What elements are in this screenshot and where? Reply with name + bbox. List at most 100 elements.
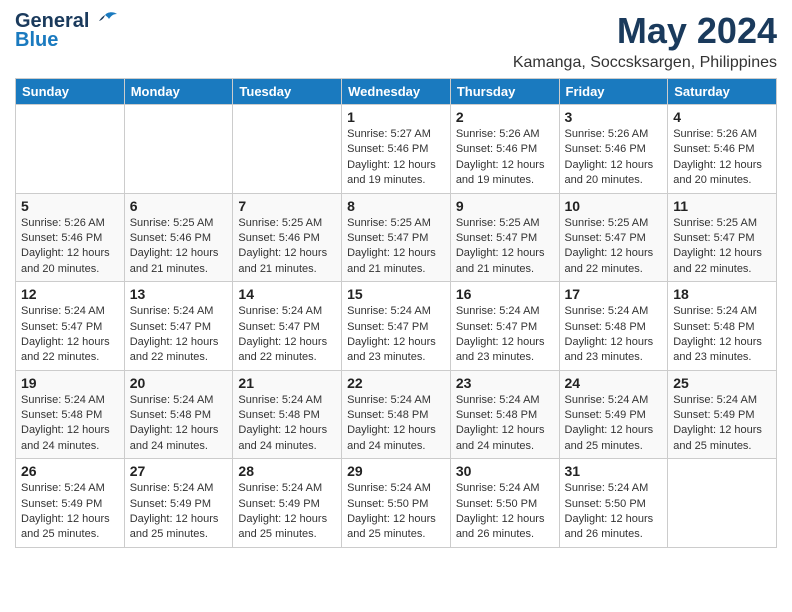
calendar-day-cell xyxy=(124,105,233,194)
day-info: Sunrise: 5:24 AM Sunset: 5:47 PM Dayligh… xyxy=(238,304,336,366)
day-number: 8 xyxy=(347,198,445,214)
day-info: Sunrise: 5:25 AM Sunset: 5:47 PM Dayligh… xyxy=(673,216,771,278)
day-number: 12 xyxy=(21,286,119,302)
day-number: 9 xyxy=(456,198,554,214)
day-number: 11 xyxy=(673,198,771,214)
day-number: 30 xyxy=(456,463,554,479)
calendar-day-cell: 31Sunrise: 5:24 AM Sunset: 5:50 PM Dayli… xyxy=(559,459,668,548)
day-number: 4 xyxy=(673,109,771,125)
calendar-day-cell: 26 Sunrise: 5:24 AM Sunset: 5:49 PM Dayli… xyxy=(16,459,125,548)
title-section: May 2024 Kamanga, Soccsksargen, Philippi… xyxy=(513,10,777,72)
calendar-week-row: 5 Sunrise: 5:26 AM Sunset: 5:46 PM Daylig… xyxy=(16,193,777,282)
day-info: Sunrise: 5:25 AM Sunset: 5:46 PM Dayligh… xyxy=(238,216,336,278)
day-info: Sunrise: 5:24 AM Sunset: 5:47 PM Dayligh… xyxy=(21,304,119,366)
calendar-week-row: 19Sunrise: 5:24 AM Sunset: 5:48 PM Dayli… xyxy=(16,370,777,459)
weekday-header: Tuesday xyxy=(233,79,342,105)
day-info: Sunrise: 5:24 AM Sunset: 5:50 PM Dayligh… xyxy=(347,481,445,543)
calendar-week-row: 1 Sunrise: 5:27 AM Sunset: 5:46 PM Daylig… xyxy=(16,105,777,194)
day-number: 26 xyxy=(21,463,119,479)
calendar-day-cell: 29 Sunrise: 5:24 AM Sunset: 5:50 PM Dayli… xyxy=(342,459,451,548)
calendar-day-cell: 14 Sunrise: 5:24 AM Sunset: 5:47 PM Dayli… xyxy=(233,282,342,371)
calendar-day-cell: 7Sunrise: 5:25 AM Sunset: 5:46 PM Daylig… xyxy=(233,193,342,282)
day-number: 23 xyxy=(456,375,554,391)
weekday-header: Friday xyxy=(559,79,668,105)
day-number: 28 xyxy=(238,463,336,479)
day-info: Sunrise: 5:26 AM Sunset: 5:46 PM Dayligh… xyxy=(673,127,771,189)
calendar-day-cell: 17Sunrise: 5:24 AM Sunset: 5:48 PM Dayli… xyxy=(559,282,668,371)
day-number: 16 xyxy=(456,286,554,302)
day-info: Sunrise: 5:24 AM Sunset: 5:49 PM Dayligh… xyxy=(673,393,771,455)
day-info: Sunrise: 5:24 AM Sunset: 5:48 PM Dayligh… xyxy=(565,304,663,366)
calendar-table: SundayMondayTuesdayWednesdayThursdayFrid… xyxy=(15,78,777,548)
day-info: Sunrise: 5:24 AM Sunset: 5:50 PM Dayligh… xyxy=(456,481,554,543)
calendar-day-cell: 19Sunrise: 5:24 AM Sunset: 5:48 PM Dayli… xyxy=(16,370,125,459)
day-info: Sunrise: 5:24 AM Sunset: 5:49 PM Dayligh… xyxy=(130,481,228,543)
calendar-day-cell xyxy=(16,105,125,194)
calendar-day-cell: 27Sunrise: 5:24 AM Sunset: 5:49 PM Dayli… xyxy=(124,459,233,548)
day-number: 10 xyxy=(565,198,663,214)
day-info: Sunrise: 5:24 AM Sunset: 5:47 PM Dayligh… xyxy=(347,304,445,366)
day-info: Sunrise: 5:24 AM Sunset: 5:49 PM Dayligh… xyxy=(565,393,663,455)
weekday-header: Sunday xyxy=(16,79,125,105)
calendar-day-cell: 6 Sunrise: 5:25 AM Sunset: 5:46 PM Daylig… xyxy=(124,193,233,282)
calendar-day-cell: 20Sunrise: 5:24 AM Sunset: 5:48 PM Dayli… xyxy=(124,370,233,459)
calendar-day-cell: 5 Sunrise: 5:26 AM Sunset: 5:46 PM Daylig… xyxy=(16,193,125,282)
day-info: Sunrise: 5:25 AM Sunset: 5:47 PM Dayligh… xyxy=(347,216,445,278)
weekday-header: Monday xyxy=(124,79,233,105)
day-info: Sunrise: 5:24 AM Sunset: 5:50 PM Dayligh… xyxy=(565,481,663,543)
calendar-day-cell: 23 Sunrise: 5:24 AM Sunset: 5:48 PM Dayli… xyxy=(450,370,559,459)
location: Kamanga, Soccsksargen, Philippines xyxy=(513,54,777,72)
calendar-day-cell xyxy=(668,459,777,548)
day-info: Sunrise: 5:25 AM Sunset: 5:46 PM Dayligh… xyxy=(130,216,228,278)
day-info: Sunrise: 5:24 AM Sunset: 5:49 PM Dayligh… xyxy=(238,481,336,543)
calendar-day-cell: 11 Sunrise: 5:25 AM Sunset: 5:47 PM Dayli… xyxy=(668,193,777,282)
page-container: General Blue May 2024 Kamanga, Soccsksar… xyxy=(0,0,792,558)
day-info: Sunrise: 5:24 AM Sunset: 5:48 PM Dayligh… xyxy=(673,304,771,366)
day-number: 15 xyxy=(347,286,445,302)
calendar-day-cell: 24 Sunrise: 5:24 AM Sunset: 5:49 PM Dayli… xyxy=(559,370,668,459)
day-number: 2 xyxy=(456,109,554,125)
day-number: 24 xyxy=(565,375,663,391)
day-info: Sunrise: 5:24 AM Sunset: 5:48 PM Dayligh… xyxy=(238,393,336,455)
calendar-day-cell: 25 Sunrise: 5:24 AM Sunset: 5:49 PM Dayli… xyxy=(668,370,777,459)
day-number: 18 xyxy=(673,286,771,302)
calendar-week-row: 12 Sunrise: 5:24 AM Sunset: 5:47 PM Dayli… xyxy=(16,282,777,371)
day-number: 6 xyxy=(130,198,228,214)
day-info: Sunrise: 5:24 AM Sunset: 5:47 PM Dayligh… xyxy=(130,304,228,366)
day-number: 25 xyxy=(673,375,771,391)
day-number: 3 xyxy=(565,109,663,125)
calendar-day-cell: 21Sunrise: 5:24 AM Sunset: 5:48 PM Dayli… xyxy=(233,370,342,459)
weekday-header-row: SundayMondayTuesdayWednesdayThursdayFrid… xyxy=(16,79,777,105)
day-info: Sunrise: 5:27 AM Sunset: 5:46 PM Dayligh… xyxy=(347,127,445,189)
day-info: Sunrise: 5:24 AM Sunset: 5:48 PM Dayligh… xyxy=(456,393,554,455)
calendar-day-cell: 13 Sunrise: 5:24 AM Sunset: 5:47 PM Dayli… xyxy=(124,282,233,371)
calendar-day-cell: 30 Sunrise: 5:24 AM Sunset: 5:50 PM Dayli… xyxy=(450,459,559,548)
day-info: Sunrise: 5:24 AM Sunset: 5:47 PM Dayligh… xyxy=(456,304,554,366)
day-number: 22 xyxy=(347,375,445,391)
day-number: 29 xyxy=(347,463,445,479)
weekday-header: Wednesday xyxy=(342,79,451,105)
calendar-day-cell: 10Sunrise: 5:25 AM Sunset: 5:47 PM Dayli… xyxy=(559,193,668,282)
day-number: 1 xyxy=(347,109,445,125)
calendar-day-cell: 12 Sunrise: 5:24 AM Sunset: 5:47 PM Dayli… xyxy=(16,282,125,371)
day-info: Sunrise: 5:24 AM Sunset: 5:49 PM Dayligh… xyxy=(21,481,119,543)
calendar-day-cell: 15 Sunrise: 5:24 AM Sunset: 5:47 PM Dayli… xyxy=(342,282,451,371)
day-number: 14 xyxy=(238,286,336,302)
logo: General Blue xyxy=(15,10,119,52)
day-number: 20 xyxy=(130,375,228,391)
day-number: 5 xyxy=(21,198,119,214)
day-info: Sunrise: 5:26 AM Sunset: 5:46 PM Dayligh… xyxy=(21,216,119,278)
day-info: Sunrise: 5:25 AM Sunset: 5:47 PM Dayligh… xyxy=(456,216,554,278)
weekday-header: Saturday xyxy=(668,79,777,105)
calendar-day-cell: 22Sunrise: 5:24 AM Sunset: 5:48 PM Dayli… xyxy=(342,370,451,459)
weekday-header: Thursday xyxy=(450,79,559,105)
calendar-day-cell: 4 Sunrise: 5:26 AM Sunset: 5:46 PM Daylig… xyxy=(668,105,777,194)
calendar-day-cell xyxy=(233,105,342,194)
day-info: Sunrise: 5:24 AM Sunset: 5:48 PM Dayligh… xyxy=(21,393,119,455)
logo-blue: Blue xyxy=(15,29,58,52)
logo-bird-icon xyxy=(91,11,119,33)
calendar-day-cell: 9 Sunrise: 5:25 AM Sunset: 5:47 PM Daylig… xyxy=(450,193,559,282)
calendar-day-cell: 2Sunrise: 5:26 AM Sunset: 5:46 PM Daylig… xyxy=(450,105,559,194)
day-number: 13 xyxy=(130,286,228,302)
day-info: Sunrise: 5:26 AM Sunset: 5:46 PM Dayligh… xyxy=(565,127,663,189)
